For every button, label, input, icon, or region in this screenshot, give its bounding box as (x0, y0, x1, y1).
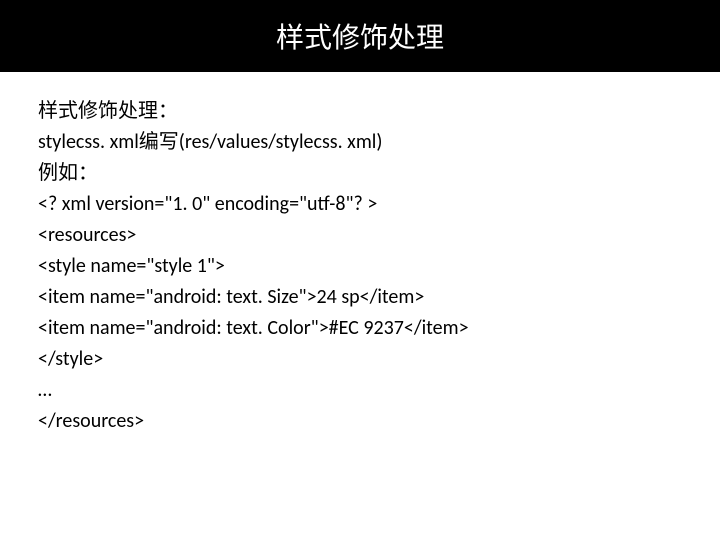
slide-body: 样式修饰处理： stylecss. xml编写(res/values/style… (0, 72, 720, 437)
body-line: <item name="android: text. Size">24 sp</… (38, 282, 682, 313)
body-line: <resources> (38, 220, 682, 251)
body-line: <? xml version="1. 0" encoding="utf-8"? … (38, 189, 682, 220)
body-line: stylecss. xml编写(res/values/stylecss. xml… (38, 127, 682, 158)
body-line: 例如： (38, 158, 682, 189)
body-line: <style name="style 1"> (38, 251, 682, 282)
body-line: … (38, 375, 682, 406)
slide-title: 样式修饰处理 (276, 16, 444, 56)
body-line: <item name="android: text. Color">#EC 92… (38, 313, 682, 344)
slide-title-bar: 样式修饰处理 (0, 0, 720, 72)
body-line: </style> (38, 344, 682, 375)
body-line: </resources> (38, 406, 682, 437)
body-line: 样式修饰处理： (38, 96, 682, 127)
